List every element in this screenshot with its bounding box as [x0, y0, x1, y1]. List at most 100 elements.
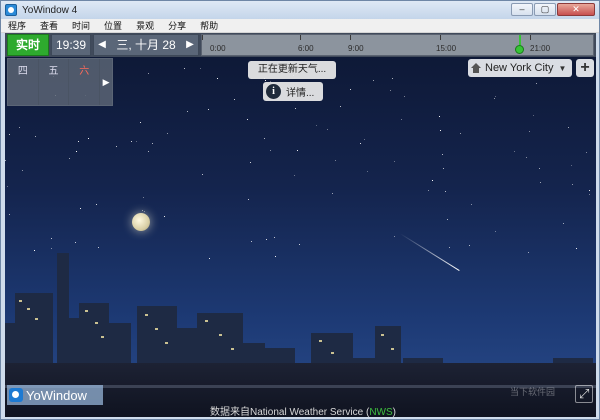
star [274, 237, 275, 238]
star [9, 214, 10, 215]
close-button[interactable]: ✕ [557, 3, 595, 16]
star [443, 168, 444, 169]
star [80, 208, 81, 209]
star [440, 130, 441, 131]
menu-location[interactable]: 位置 [97, 19, 129, 33]
moon [132, 213, 150, 231]
star [563, 223, 564, 224]
menu-help[interactable]: 帮助 [193, 19, 225, 33]
star [390, 90, 391, 91]
star [248, 199, 249, 200]
star [568, 127, 569, 128]
tick-label: 0:00 [210, 44, 226, 53]
forecast-day-saturday[interactable]: 六 [69, 59, 101, 105]
star [7, 186, 8, 187]
maximize-button[interactable]: ▢ [534, 3, 556, 16]
star [167, 133, 168, 134]
time-slider-handle[interactable] [515, 45, 524, 54]
menu-bar: 程序 查看 时间 位置 景观 分享 帮助 [1, 19, 599, 33]
live-button[interactable]: 实时 [7, 34, 49, 56]
star [340, 106, 341, 107]
star [202, 174, 203, 175]
star [116, 146, 117, 147]
star [250, 162, 251, 163]
star [442, 154, 443, 155]
tick-label: 9:00 [348, 44, 364, 53]
yowindow-logo[interactable]: YoWindow [7, 385, 103, 405]
date-selector: ◀ 三, 十月 28 ▶ [93, 34, 199, 56]
star [332, 193, 333, 194]
forecast-day-friday[interactable]: 五 [39, 59, 70, 105]
star [299, 244, 300, 245]
tick-label: 21:00 [530, 44, 551, 53]
star [264, 138, 265, 139]
window-controls: – ▢ ✕ [511, 3, 595, 16]
yowindow-logo-icon [9, 388, 23, 402]
source-abbr[interactable]: NWS [369, 407, 392, 417]
yowindow-logo-text: YoWindow [26, 387, 87, 403]
window-title: YoWindow 4 [22, 4, 78, 16]
star [494, 98, 495, 99]
time-slider-track[interactable]: 0:00 6:00 9:00 15:00 21:00 [201, 34, 594, 56]
star [589, 194, 590, 195]
star [78, 141, 79, 142]
star [76, 151, 77, 152]
current-time: 19:39 [51, 34, 91, 56]
star [96, 204, 97, 205]
star [265, 80, 266, 81]
next-day-arrow-icon[interactable]: ▶ [184, 35, 196, 55]
star [439, 116, 440, 117]
star [540, 182, 541, 183]
previous-day-arrow-icon[interactable]: ◀ [96, 35, 108, 55]
star [404, 96, 405, 97]
tick-mark [440, 35, 441, 40]
location-selector[interactable]: New York City ▼ [468, 59, 572, 77]
menu-landscape[interactable]: 景观 [129, 19, 161, 33]
star [460, 133, 461, 134]
star [75, 242, 76, 243]
location-name: New York City [485, 62, 554, 74]
menu-view[interactable]: 查看 [33, 19, 65, 33]
fullscreen-toggle-icon[interactable] [575, 385, 593, 403]
star [392, 78, 393, 79]
chevron-down-icon: ▼ [558, 63, 567, 73]
menu-program[interactable]: 程序 [1, 19, 33, 33]
yowindow-app-icon [5, 4, 17, 16]
star [152, 143, 153, 144]
forecast-next-arrow-icon[interactable]: ▶ [100, 59, 112, 105]
data-source-credit: 数据来自National Weather Service (NWS) [210, 407, 396, 417]
source-provider[interactable]: National Weather Service [250, 407, 363, 417]
source-prefix: 数据来自 [210, 407, 250, 417]
menu-time[interactable]: 时间 [65, 19, 97, 33]
home-icon [471, 63, 481, 73]
menu-share[interactable]: 分享 [161, 19, 193, 33]
star [142, 210, 143, 211]
info-icon: i [266, 84, 281, 99]
star [350, 89, 351, 90]
weather-scene: 实时 19:39 ◀ 三, 十月 28 ▶ 0:00 6:00 9:00 15:… [5, 33, 596, 417]
star [495, 231, 496, 232]
details-button[interactable]: i 详情... [263, 82, 323, 101]
star [22, 170, 23, 171]
star [208, 109, 209, 110]
star [234, 99, 235, 100]
star [19, 127, 20, 128]
star [164, 216, 165, 217]
star [471, 204, 472, 205]
tick-label: 6:00 [298, 44, 314, 53]
star [297, 150, 298, 151]
star [533, 115, 534, 116]
tick-mark [350, 35, 351, 40]
forecast-day-thursday[interactable]: 四 [8, 59, 39, 105]
star [394, 236, 395, 237]
forecast-panel: 四 五 六 ▶ [7, 58, 113, 106]
star [140, 122, 141, 123]
minimize-button[interactable]: – [511, 3, 533, 16]
star [394, 161, 395, 162]
tick-mark [300, 35, 301, 40]
star [514, 151, 515, 152]
star [144, 211, 145, 212]
add-location-button[interactable]: + [576, 59, 594, 77]
star [131, 141, 132, 142]
star [143, 197, 144, 198]
